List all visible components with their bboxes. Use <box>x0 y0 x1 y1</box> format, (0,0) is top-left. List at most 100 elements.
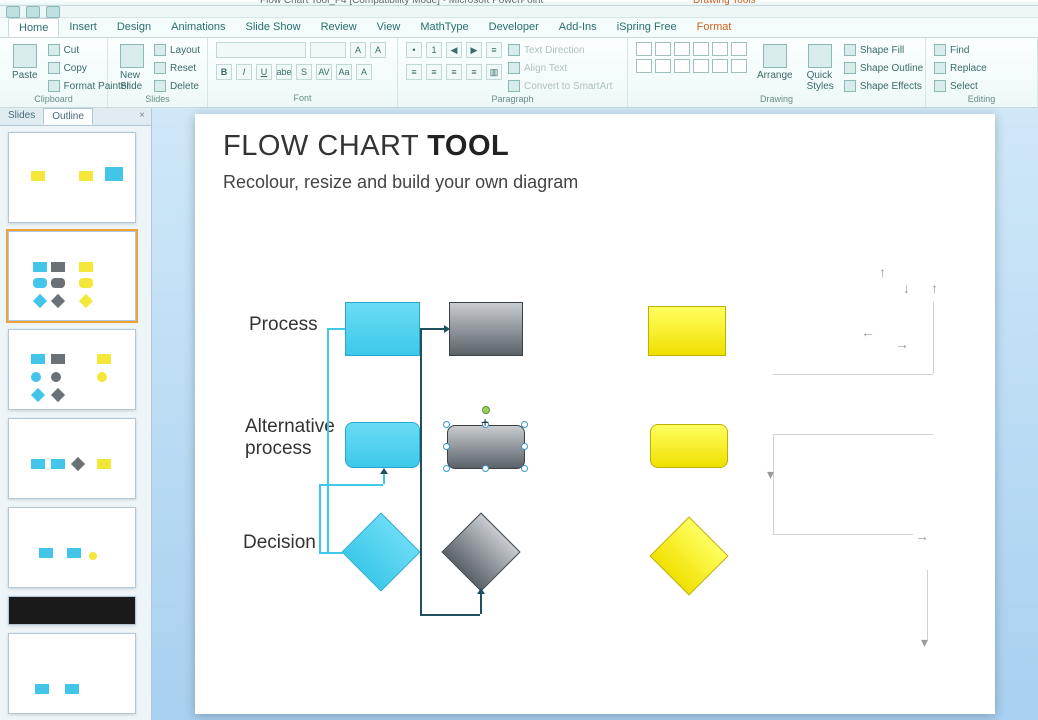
connector[interactable] <box>327 328 329 552</box>
tab-format[interactable]: Format <box>687 18 742 37</box>
slide-canvas[interactable]: FLOW CHART TOOL Recolour, resize and bui… <box>195 114 995 714</box>
shadow-button[interactable]: S <box>296 64 312 80</box>
resize-handle[interactable] <box>521 443 528 450</box>
rotate-handle[interactable] <box>482 406 490 414</box>
resize-handle[interactable] <box>521 421 528 428</box>
select-button[interactable]: Select <box>934 78 987 94</box>
shape-arrow-icon[interactable] <box>693 42 709 56</box>
shrink-font-button[interactable]: A <box>370 42 386 58</box>
tab-home[interactable]: Home <box>8 18 59 37</box>
placeholder-line[interactable] <box>773 534 913 535</box>
align-center-button[interactable]: ≡ <box>426 64 442 80</box>
arrow-left-icon[interactable]: ← <box>861 324 875 340</box>
resize-handle[interactable] <box>443 465 450 472</box>
justify-button[interactable]: ≡ <box>466 64 482 80</box>
sidepanel-close-icon[interactable]: × <box>133 108 151 125</box>
sidepanel-tab-slides[interactable]: Slides <box>0 108 43 125</box>
shape-brace-icon[interactable] <box>693 59 709 73</box>
process-yellow-shape[interactable] <box>648 306 726 356</box>
decision-yellow-shape[interactable] <box>649 516 728 595</box>
slide-thumb[interactable] <box>8 507 136 588</box>
row-label-alt-process[interactable]: Alternative process <box>245 416 355 460</box>
altprocess-yellow-shape[interactable] <box>650 424 728 468</box>
tab-developer[interactable]: Developer <box>479 18 549 37</box>
shape-fill-button[interactable]: Shape Fill <box>844 42 923 58</box>
tab-view[interactable]: View <box>367 18 411 37</box>
numbering-button[interactable]: 1 <box>426 42 442 58</box>
connector[interactable] <box>319 484 383 486</box>
decision-gray-shape[interactable] <box>441 512 520 591</box>
slide-thumb[interactable] <box>8 418 136 499</box>
slide-stage[interactable]: FLOW CHART TOOL Recolour, resize and bui… <box>152 108 1038 720</box>
shape-line-icon[interactable] <box>636 42 652 56</box>
connector[interactable] <box>319 484 321 552</box>
slide-thumb[interactable] <box>8 596 136 624</box>
reset-button[interactable]: Reset <box>154 60 200 76</box>
shape-free-icon[interactable] <box>674 59 690 73</box>
bullets-button[interactable]: • <box>406 42 422 58</box>
replace-button[interactable]: Replace <box>934 60 987 76</box>
connector-arrow[interactable] <box>383 470 385 484</box>
strike-button[interactable]: abe <box>276 64 292 80</box>
resize-handle[interactable] <box>482 465 489 472</box>
connector-arrow[interactable] <box>420 328 448 330</box>
sidepanel-tab-outline[interactable]: Outline <box>43 108 93 125</box>
slide-thumb[interactable] <box>8 231 136 322</box>
layout-button[interactable]: Layout <box>154 42 200 58</box>
align-left-button[interactable]: ≡ <box>406 64 422 80</box>
tab-ispring[interactable]: iSpring Free <box>607 18 687 37</box>
tab-insert[interactable]: Insert <box>59 18 107 37</box>
change-case-button[interactable]: Aa <box>336 64 352 80</box>
connector[interactable] <box>327 328 345 330</box>
bold-button[interactable]: B <box>216 64 232 80</box>
placeholder-line[interactable] <box>773 434 774 534</box>
arrow-down-icon[interactable]: ▾ <box>921 634 928 651</box>
connector[interactable] <box>319 552 353 554</box>
slide-title[interactable]: FLOW CHART TOOL <box>223 130 509 163</box>
convert-smartart-button[interactable]: Convert to SmartArt <box>508 78 612 94</box>
paste-button[interactable]: Paste <box>8 42 42 83</box>
grow-font-button[interactable]: A <box>350 42 366 58</box>
arrow-right-icon[interactable]: → <box>915 528 929 544</box>
process-gray-shape[interactable] <box>449 302 523 356</box>
row-label-process[interactable]: Process <box>249 314 318 336</box>
char-spacing-button[interactable]: AV <box>316 64 332 80</box>
shape-more-icon[interactable] <box>731 59 747 73</box>
slide-thumb[interactable] <box>8 132 136 223</box>
placeholder-line[interactable] <box>933 302 934 374</box>
shape-callout-icon[interactable] <box>712 59 728 73</box>
font-color-button[interactable]: A <box>356 64 372 80</box>
italic-button[interactable]: I <box>236 64 252 80</box>
shape-outline-button[interactable]: Shape Outline <box>844 60 923 76</box>
undo-icon[interactable] <box>26 6 40 18</box>
shape-tri-icon[interactable] <box>712 42 728 56</box>
shape-connector-icon[interactable] <box>636 59 652 73</box>
align-right-button[interactable]: ≡ <box>446 64 462 80</box>
tab-mathtype[interactable]: MathType <box>410 18 478 37</box>
font-size-combo[interactable] <box>310 42 346 58</box>
tab-review[interactable]: Review <box>311 18 367 37</box>
decrease-indent-button[interactable]: ◀ <box>446 42 462 58</box>
row-label-decision[interactable]: Decision <box>243 532 316 554</box>
connector[interactable] <box>420 614 480 616</box>
process-blue-shape[interactable] <box>345 302 420 356</box>
columns-button[interactable]: ▥ <box>486 64 502 80</box>
shape-oval-icon[interactable] <box>674 42 690 56</box>
redo-icon[interactable] <box>46 6 60 18</box>
placeholder-line[interactable] <box>773 434 933 435</box>
connector[interactable] <box>420 328 422 614</box>
arrange-button[interactable]: Arrange <box>753 42 797 83</box>
save-icon[interactable] <box>6 6 20 18</box>
slide-thumb[interactable] <box>8 329 136 410</box>
arrow-down-icon[interactable]: ▾ <box>767 466 774 483</box>
arrow-down-icon[interactable]: ↓ <box>903 280 910 296</box>
increase-indent-button[interactable]: ▶ <box>466 42 482 58</box>
shape-star-icon[interactable] <box>731 42 747 56</box>
tab-addins[interactable]: Add-Ins <box>549 18 607 37</box>
delete-button[interactable]: Delete <box>154 78 200 94</box>
resize-handle[interactable] <box>443 443 450 450</box>
altprocess-blue-shape[interactable] <box>345 422 420 468</box>
line-spacing-button[interactable]: ≡ <box>486 42 502 58</box>
quick-styles-button[interactable]: Quick Styles <box>803 42 838 94</box>
placeholder-line[interactable] <box>927 570 928 640</box>
